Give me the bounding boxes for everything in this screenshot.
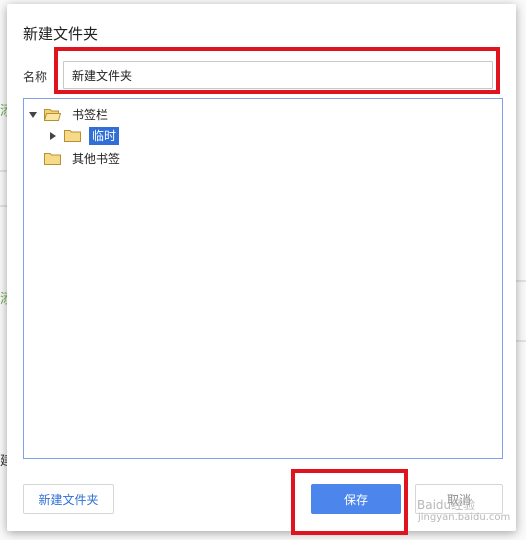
background-divider	[516, 280, 526, 282]
tree-item-temp[interactable]: 临时	[48, 126, 120, 146]
folder-tree[interactable]: 书签栏 临时 其他书签	[23, 98, 503, 459]
new-folder-button[interactable]: 新建文件夹	[23, 484, 114, 514]
background-divider	[516, 340, 526, 342]
dialog-title: 新建文件夹	[23, 25, 99, 43]
background-divider	[0, 170, 7, 172]
name-label: 名称	[23, 70, 48, 84]
folder-icon	[64, 130, 81, 142]
tree-item-other-bookmarks[interactable]: 其他书签	[28, 149, 123, 169]
tree-item-bookmarks-bar[interactable]: 书签栏	[28, 105, 111, 125]
tree-item-label-selected: 临时	[89, 127, 120, 145]
collapse-arrow-icon[interactable]	[48, 132, 58, 140]
background-divider	[0, 205, 7, 207]
highlight-box-save-button	[291, 469, 408, 535]
tree-item-label: 书签栏	[72, 108, 109, 122]
tree-item-label: 其他书签	[72, 152, 121, 166]
folder-icon	[44, 153, 61, 165]
highlight-box-name-input	[54, 47, 500, 94]
new-folder-dialog: 新建文件夹 名称 书签栏 临时 其他书签 新	[7, 4, 516, 535]
folder-open-icon	[44, 109, 61, 121]
expand-arrow-icon[interactable]	[28, 112, 38, 118]
watermark-url: jingyan.baidu.com	[418, 512, 511, 523]
watermark-brand: Baidu经验	[417, 498, 476, 512]
